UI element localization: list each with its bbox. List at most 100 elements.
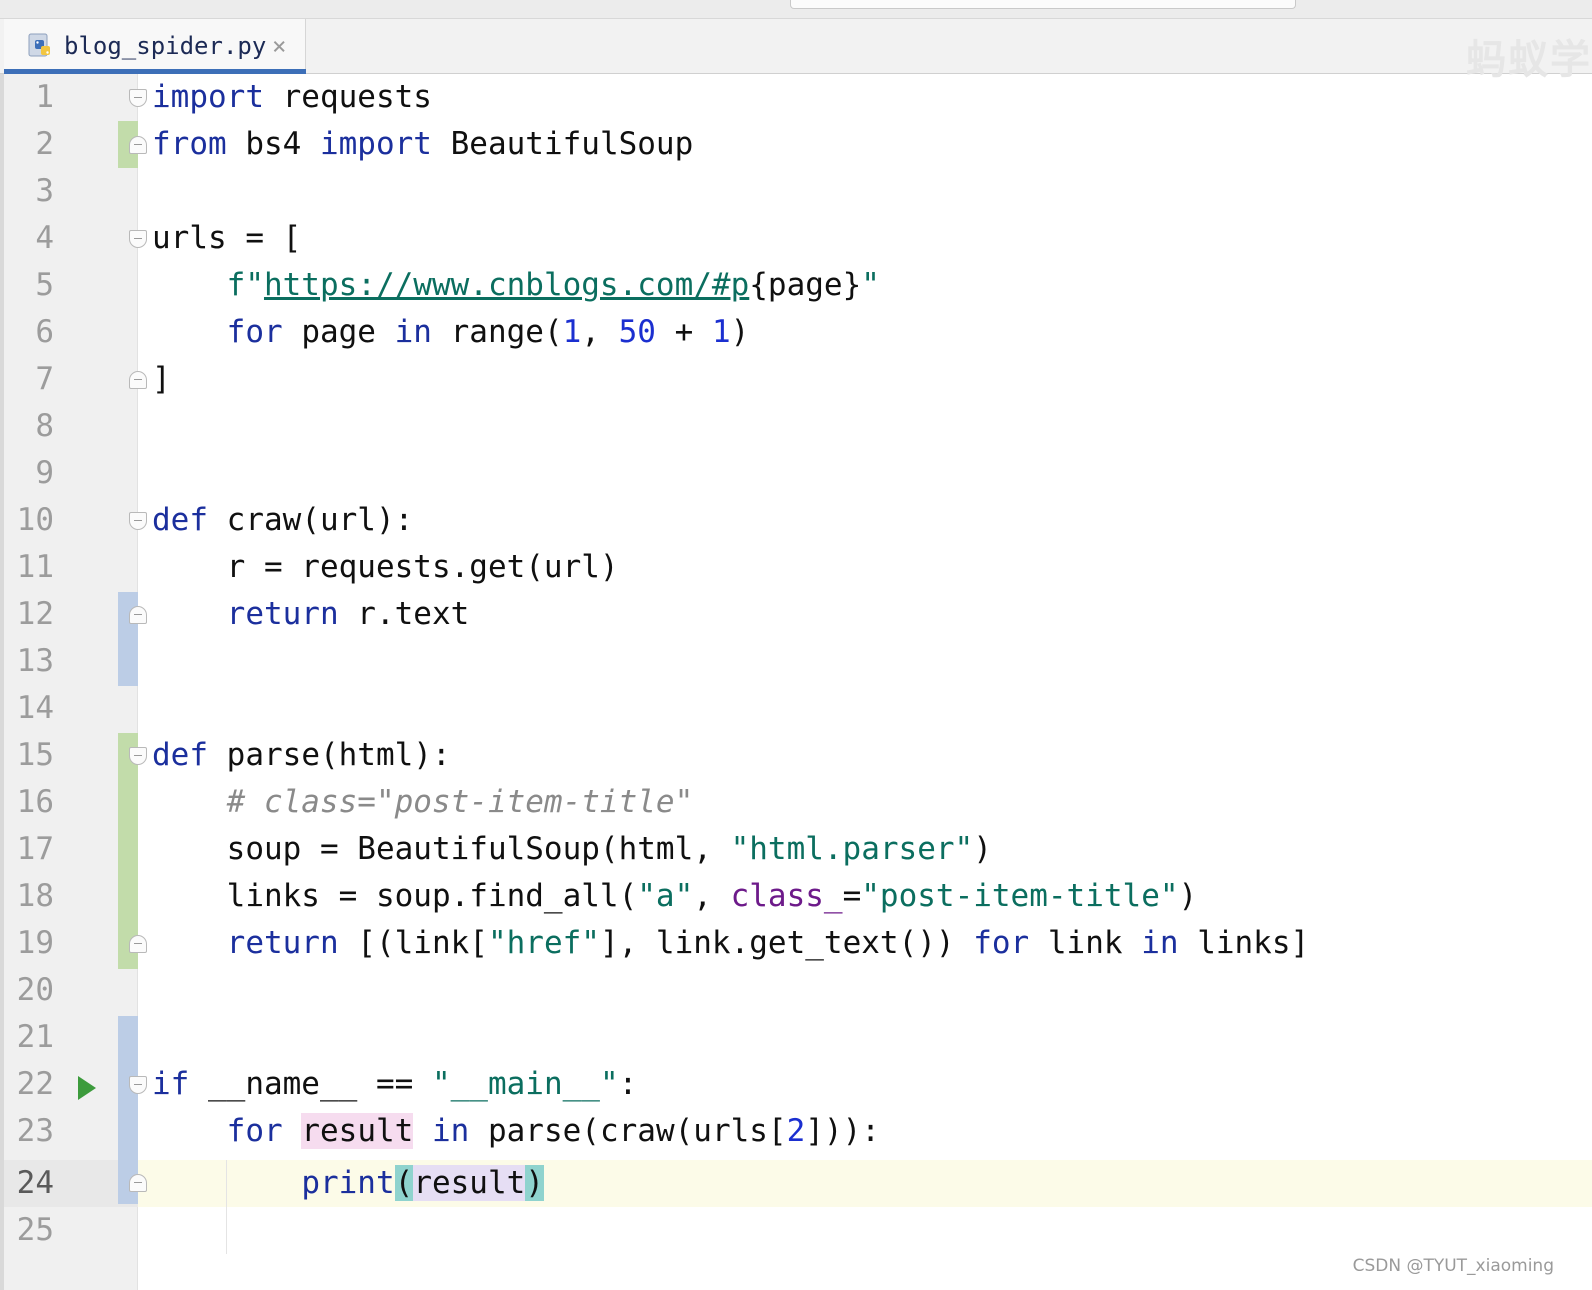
- code-text: {: [749, 267, 768, 303]
- code-line-11[interactable]: r = requests.get(url): [152, 544, 619, 591]
- fold-close-icon[interactable]: [129, 1174, 147, 1192]
- code-line-22[interactable]: if __name__ == "__main__":: [152, 1061, 637, 1108]
- code-line-4[interactable]: urls = [: [152, 215, 301, 262]
- code-text: =: [842, 878, 862, 914]
- line-number: 11: [16, 549, 54, 585]
- line-number: 20: [16, 972, 54, 1008]
- line-number-current: 24: [16, 1165, 54, 1201]
- string: "html.parser": [730, 831, 974, 867]
- code-text: soup = BeautifulSoup(html,: [226, 831, 731, 867]
- line-number: 12: [16, 596, 54, 632]
- code-text: page: [767, 267, 843, 303]
- code-text: parse(html):: [208, 737, 451, 773]
- string: "__main__": [431, 1066, 619, 1102]
- code-text: bs4: [226, 126, 320, 162]
- fold-close-icon[interactable]: [129, 935, 147, 953]
- line-number: 8: [35, 408, 54, 444]
- line-number: 15: [16, 737, 54, 773]
- code-line-23[interactable]: for result in parse(craw(urls[2])):: [152, 1108, 880, 1155]
- window-top-strip: [0, 0, 1592, 19]
- code-line-19[interactable]: return [(link["href"], link.get_text()) …: [152, 920, 1310, 967]
- code-text: ])):: [805, 1113, 880, 1149]
- fold-open-icon[interactable]: [129, 747, 147, 765]
- top-search-field[interactable]: [790, 0, 1296, 9]
- line-number: 1: [35, 79, 54, 115]
- line-number: 6: [35, 314, 54, 350]
- line-number: 13: [16, 643, 54, 679]
- keyword: import: [319, 126, 432, 162]
- code-text: BeautifulSoup: [431, 126, 694, 162]
- line-number: 25: [16, 1212, 54, 1248]
- number: 2: [786, 1113, 806, 1149]
- code-text: ): [1178, 878, 1198, 914]
- line-number: 17: [16, 831, 54, 867]
- code-line-7[interactable]: ]: [152, 356, 171, 403]
- fold-open-icon[interactable]: [129, 512, 147, 530]
- code-text: link: [1029, 925, 1142, 961]
- line-number: 22: [16, 1066, 54, 1102]
- code-line-12[interactable]: return r.text: [152, 591, 470, 638]
- code-text: r.text: [338, 596, 470, 632]
- code-line-5[interactable]: f"https://www.cnblogs.com/#p{page}": [152, 262, 880, 309]
- number: 1: [711, 314, 731, 350]
- code-line-24[interactable]: print(result): [152, 1160, 544, 1207]
- line-number: 16: [16, 784, 54, 820]
- keyword: for: [226, 314, 283, 350]
- builtin-print: print: [301, 1165, 395, 1201]
- keyword: in: [1141, 925, 1179, 961]
- line-number: 3: [35, 173, 54, 209]
- editor-tab-bar: blog_spider.py × 蚂蚁学: [0, 19, 1592, 83]
- fold-open-icon[interactable]: [129, 89, 147, 107]
- string: f": [226, 267, 264, 303]
- fold-open-icon[interactable]: [129, 1076, 147, 1094]
- string: "post-item-title": [861, 878, 1179, 914]
- code-line-1[interactable]: import requests: [152, 74, 432, 121]
- keyword: def: [152, 737, 208, 773]
- keyword: return: [226, 596, 339, 632]
- close-icon[interactable]: ×: [272, 31, 286, 61]
- fold-close-icon[interactable]: [129, 371, 147, 389]
- keyword: if: [152, 1066, 190, 1102]
- code-text: +: [655, 314, 712, 350]
- code-line-10[interactable]: def craw(url):: [152, 497, 413, 544]
- code-text: ,: [581, 314, 619, 350]
- matching-paren: (: [394, 1165, 414, 1201]
- code-line-2[interactable]: from bs4 import BeautifulSoup: [152, 121, 693, 168]
- python-file-icon: [28, 33, 50, 57]
- fold-open-icon[interactable]: [129, 230, 147, 248]
- line-number: 9: [35, 455, 54, 491]
- code-editor[interactable]: 1 2 3 4 5 6 7 8 9 10 11 12 13 14 15 16 1…: [0, 74, 1592, 1290]
- code-line-16[interactable]: # class="post-item-title": [152, 779, 694, 826]
- string: "a": [637, 878, 694, 914]
- code-text: r = requests.get(url): [226, 549, 619, 585]
- code-line-17[interactable]: soup = BeautifulSoup(html, "html.parser"…: [152, 826, 992, 873]
- code-text: __name__ ==: [189, 1066, 432, 1102]
- code-line-18[interactable]: links = soup.find_all("a", class_="post-…: [152, 873, 1198, 920]
- keyword: from: [152, 126, 227, 162]
- run-icon[interactable]: [78, 1076, 96, 1100]
- keyword: in: [394, 314, 432, 350]
- code-text: ], link.get_text()): [599, 925, 974, 961]
- url-link[interactable]: https://www.cnblogs.com/#p: [264, 267, 749, 303]
- line-number: 2: [35, 126, 54, 162]
- line-number: 10: [16, 502, 54, 538]
- comment: # class="post-item-title": [226, 784, 694, 820]
- code-text: ): [730, 314, 750, 350]
- vcs-added-marker[interactable]: [118, 733, 138, 969]
- fold-close-icon[interactable]: [129, 606, 147, 624]
- keyword: for: [226, 1113, 283, 1149]
- tab-title: blog_spider.py: [64, 32, 267, 60]
- keyword: def: [152, 502, 208, 538]
- string: "href": [487, 925, 600, 961]
- fold-close-icon[interactable]: [129, 136, 147, 154]
- code-line-6[interactable]: for page in range(1, 50 + 1): [152, 309, 750, 356]
- file-tab-blog-spider[interactable]: blog_spider.py ×: [4, 19, 306, 74]
- code-line-15[interactable]: def parse(html):: [152, 732, 451, 779]
- code-text: [(link[: [338, 925, 488, 961]
- code-text: range(: [431, 314, 563, 350]
